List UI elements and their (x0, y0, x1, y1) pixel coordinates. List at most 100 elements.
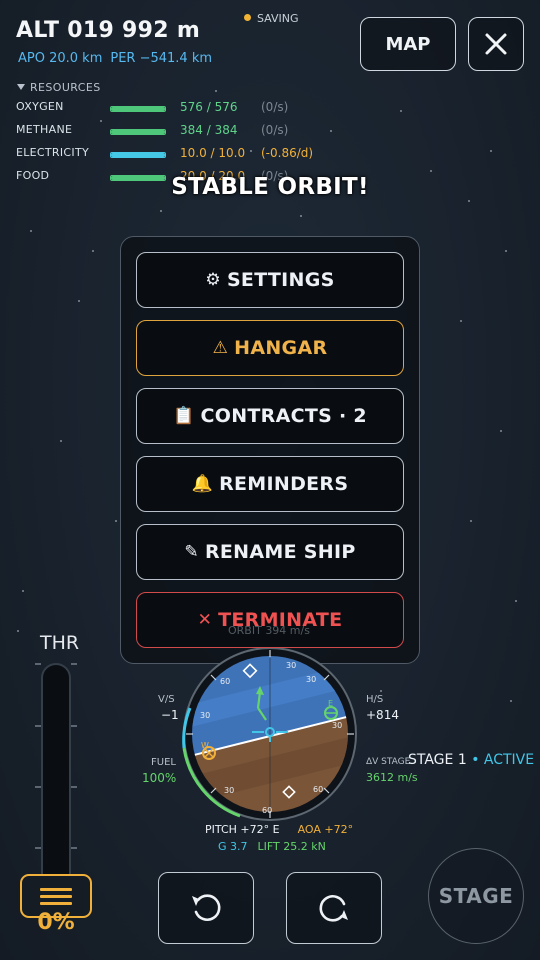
altitude-readout: ALT 019 992 m (16, 18, 201, 43)
star (490, 150, 492, 152)
star (468, 200, 470, 202)
star (380, 690, 382, 692)
star (60, 440, 62, 442)
orbit-speed-readout: ORBIT 394 m/s (228, 624, 310, 637)
settings-button[interactable]: ⚙ SETTINGS (136, 252, 404, 308)
lift-value: LIFT 25.2 kN (257, 840, 326, 853)
pencil-icon: ✎ (184, 542, 199, 562)
contracts-button[interactable]: 📋 CONTRACTS · 2 (136, 388, 404, 444)
resource-name: ELECTRICITY (16, 146, 89, 159)
rename-ship-button[interactable]: ✎ RENAME SHIP (136, 524, 404, 580)
clipboard-icon: 📋 (173, 406, 195, 426)
star (100, 120, 102, 122)
settings-label: SETTINGS (226, 269, 335, 291)
west-marker: W (201, 741, 209, 750)
resource-value: 576 / 576 (180, 100, 238, 114)
throttle-tick (71, 663, 77, 665)
resource-rate: (0/s) (261, 123, 289, 137)
reminders-button[interactable]: 🔔 REMINDERS (136, 456, 404, 512)
orbit-label: ORBIT (228, 624, 262, 637)
throttle-percent: 0% (37, 910, 75, 935)
stage-active-badge: • ACTIVE (471, 752, 535, 768)
star (30, 230, 32, 232)
hangar-label: HANGAR (234, 337, 328, 359)
resource-value: 384 / 384 (180, 123, 238, 137)
rotate-left-icon (192, 894, 221, 921)
g-lift-readout: G 3.7 LIFT 25.2 kN (218, 840, 326, 853)
resource-row: METHANE 384 / 384 (0/s) (16, 123, 316, 139)
saving-indicator: SAVING (244, 12, 299, 25)
x-icon: ✕ (197, 610, 213, 630)
star (17, 630, 19, 632)
star (505, 250, 507, 252)
contracts-label: CONTRACTS · 2 (200, 405, 367, 427)
saving-dot-icon (244, 14, 251, 21)
rotate-left-button[interactable] (158, 872, 254, 944)
stage-button[interactable]: STAGE (428, 848, 524, 944)
hamburger-line (40, 894, 72, 898)
pitch-tick-label: 60 (313, 785, 323, 794)
resource-bar-fill (111, 107, 165, 111)
resource-bar (110, 106, 166, 112)
pitch-value: PITCH +72° E (205, 823, 280, 836)
apoapsis-value: APO 20.0 km (18, 51, 103, 66)
pitch-tick-label: 60 (220, 677, 230, 686)
star (78, 300, 80, 302)
resources-toggle[interactable]: RESOURCES (17, 81, 101, 94)
resource-bar-fill (111, 153, 165, 157)
rotate-right-button[interactable] (286, 872, 382, 944)
star (510, 700, 512, 702)
throttle-tick (71, 725, 77, 727)
star (460, 320, 462, 322)
star (115, 520, 117, 522)
star (515, 600, 517, 602)
resource-bar-fill (111, 130, 165, 134)
stage-name: STAGE 1 (408, 752, 467, 768)
navball[interactable]: 60 30 30 30 60 30 30 60 E W (170, 648, 366, 824)
resource-rate: (-0.86/d) (261, 146, 314, 160)
bell-icon: 🔔 (191, 474, 214, 494)
throttle-tick (71, 847, 77, 849)
pitch-tick-label: 60 (262, 806, 272, 815)
resource-bar (110, 129, 166, 135)
terminate-button[interactable]: ✕ TERMINATE (136, 592, 404, 648)
throttle-tick (35, 786, 41, 788)
east-marker: E (328, 699, 333, 708)
fuel-label: FUEL (151, 757, 176, 768)
gear-icon: ⚙ (205, 270, 221, 290)
aoa-value: AOA +72° (297, 823, 354, 836)
resource-rate: (0/s) (261, 100, 289, 114)
pitch-tick-label: 30 (200, 711, 210, 720)
rename-ship-label: RENAME SHIP (204, 541, 356, 563)
pitch-readout: PITCH +72° E AOA +72° (205, 823, 353, 836)
warning-icon: ⚠ (212, 338, 229, 358)
star (400, 110, 402, 112)
hs-label: H/S (366, 694, 384, 705)
pitch-tick-label: 30 (306, 675, 316, 684)
hangar-button[interactable]: ⚠ HANGAR (136, 320, 404, 376)
g-force-value: G 3.7 (218, 840, 248, 853)
star (22, 590, 24, 592)
resource-name: OXYGEN (16, 100, 64, 113)
orbit-status-banner: STABLE ORBIT! (171, 174, 369, 200)
pitch-tick-label: 30 (332, 721, 342, 730)
throttle-tick (71, 786, 77, 788)
close-button[interactable] (468, 17, 524, 71)
orbit-readout: APO 20.0 km PER −541.4 km (18, 51, 212, 66)
throttle-slider[interactable] (41, 663, 71, 908)
resource-row: OXYGEN 576 / 576 (0/s) (16, 100, 316, 116)
star (160, 210, 162, 212)
fuel-value: 100% (142, 771, 177, 785)
star (92, 250, 94, 252)
throttle-tick (35, 725, 41, 727)
star (215, 90, 217, 92)
resource-value: 10.0 / 10.0 (180, 146, 246, 160)
delta-v-label: ΔV STAGE (366, 757, 411, 767)
resources-header: RESOURCES (30, 81, 101, 94)
hamburger-line (40, 901, 72, 905)
map-button[interactable]: MAP (360, 17, 456, 71)
resource-bar (110, 152, 166, 158)
saving-label: SAVING (257, 12, 299, 25)
periapsis-value: PER −541.4 km (110, 51, 213, 66)
rotate-right-icon (319, 895, 348, 922)
